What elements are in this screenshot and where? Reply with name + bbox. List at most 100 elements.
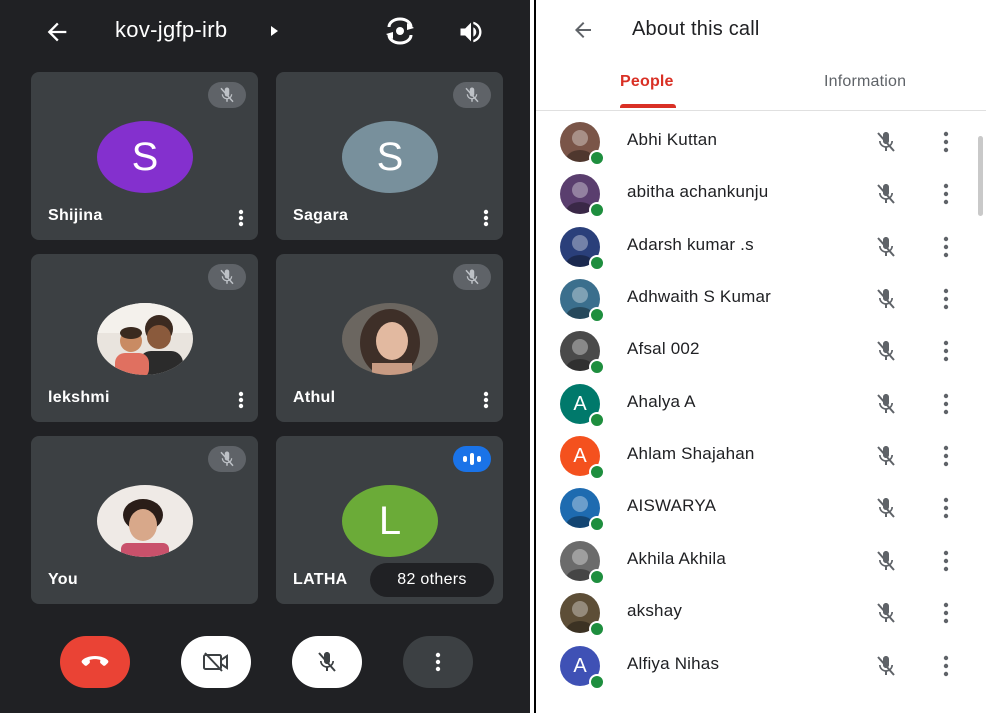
participant-name: LATHA <box>293 571 348 588</box>
tab-people[interactable]: People <box>620 73 674 91</box>
participant-row[interactable]: Abhi Kuttan <box>536 116 986 168</box>
call-top-bar: kov-jgfp-irb <box>0 0 530 64</box>
speaker-icon[interactable] <box>456 18 486 46</box>
more-options-icon[interactable] <box>943 288 949 310</box>
more-options-icon[interactable] <box>943 550 949 572</box>
more-options-icon[interactable] <box>238 209 244 227</box>
more-options-icon[interactable] <box>483 209 489 227</box>
mic-off-icon[interactable] <box>874 654 898 678</box>
mic-off-icon <box>220 87 234 103</box>
more-options-icon[interactable] <box>943 602 949 624</box>
participant-tile-latha[interactable]: L LATHA 82 others <box>276 436 503 604</box>
speaking-badge <box>453 446 491 472</box>
mic-off-icon[interactable] <box>874 287 898 311</box>
participant-name: Sagara <box>293 207 349 224</box>
online-status-dot <box>589 307 605 323</box>
back-arrow-icon[interactable] <box>42 18 72 46</box>
more-options-icon[interactable] <box>943 497 949 519</box>
meeting-code[interactable]: kov-jgfp-irb <box>115 17 227 43</box>
mic-off-icon <box>318 652 336 672</box>
others-count-pill[interactable]: 82 others <box>370 563 494 597</box>
participant-row[interactable]: A Alfiya Nihas <box>536 640 986 692</box>
avatar-initial: A <box>573 654 587 677</box>
audio-level-icon <box>463 453 481 465</box>
participant-row[interactable]: A Ahlam Shajahan <box>536 430 986 482</box>
participant-tile-you[interactable]: You <box>31 436 258 604</box>
more-options-icon[interactable] <box>943 655 949 677</box>
muted-badge <box>208 82 246 108</box>
online-status-dot <box>589 359 605 375</box>
panel-header: About this call People Information <box>536 0 986 111</box>
avatar: S <box>97 121 193 193</box>
participant-name: abitha achankunju <box>627 182 769 201</box>
camera-off-icon <box>203 652 228 672</box>
avatar-initial: A <box>573 444 587 467</box>
more-options-icon[interactable] <box>943 183 949 205</box>
back-arrow-icon[interactable] <box>570 18 596 42</box>
tab-information[interactable]: Information <box>824 73 906 91</box>
mic-off-icon <box>465 269 479 285</box>
avatar-initial: L <box>378 498 402 543</box>
mic-off-icon[interactable] <box>874 444 898 468</box>
participant-tile-shijina[interactable]: S Shijina <box>31 72 258 240</box>
participant-name: Shijina <box>48 207 103 224</box>
participant-name: Athul <box>293 389 336 406</box>
more-options-icon[interactable] <box>943 393 949 415</box>
more-options-icon[interactable] <box>943 340 949 362</box>
active-tab-indicator <box>620 104 676 108</box>
more-options-icon[interactable] <box>943 445 949 467</box>
panel-title: About this call <box>632 18 760 40</box>
participant-row[interactable]: Adarsh kumar .s <box>536 221 986 273</box>
mic-off-icon[interactable] <box>874 601 898 625</box>
online-status-dot <box>589 202 605 218</box>
avatar-initial: S <box>131 134 159 179</box>
woman-photo <box>342 303 438 375</box>
camera-off-button[interactable] <box>181 636 251 688</box>
participant-tile-sagara[interactable]: S Sagara <box>276 72 503 240</box>
mic-off-icon[interactable] <box>874 496 898 520</box>
mic-off-icon[interactable] <box>874 392 898 416</box>
mic-off-icon[interactable] <box>874 130 898 154</box>
participant-row[interactable]: abitha achankunju <box>536 168 986 220</box>
muted-badge <box>453 264 491 290</box>
more-options-icon[interactable] <box>483 391 489 409</box>
family-photo <box>97 303 193 375</box>
mic-off-icon[interactable] <box>874 549 898 573</box>
participant-row[interactable]: A Ahalya A <box>536 378 986 430</box>
hang-up-icon <box>81 656 109 666</box>
more-options-icon[interactable] <box>943 131 949 153</box>
participant-row[interactable]: AISWARYA <box>536 482 986 534</box>
participant-tile-athul[interactable]: Athul <box>276 254 503 422</box>
expand-triangle-icon[interactable] <box>271 26 278 36</box>
participant-name: Ahlam Shajahan <box>627 444 755 463</box>
avatar: S <box>342 121 438 193</box>
more-vert-icon <box>435 652 441 672</box>
participant-name: You <box>48 571 78 588</box>
participant-row[interactable]: Akhila Akhila <box>536 535 986 587</box>
call-screen: kov-jgfp-irb S Shijina S Sagara lekshmi … <box>0 0 530 713</box>
switch-camera-icon[interactable] <box>383 15 417 47</box>
participant-name: Alfiya Nihas <box>627 654 720 673</box>
mic-off-button[interactable] <box>292 636 362 688</box>
participant-tile-lekshmi[interactable]: lekshmi <box>31 254 258 422</box>
selfie-photo <box>97 485 193 557</box>
participant-name: Akhila Akhila <box>627 549 726 568</box>
more-options-icon[interactable] <box>238 391 244 409</box>
online-status-dot <box>589 621 605 637</box>
about-call-panel: About this call People Information Abhi … <box>534 0 986 713</box>
mic-off-icon <box>220 269 234 285</box>
participant-row[interactable]: Adhwaith S Kumar <box>536 273 986 325</box>
participant-name: AISWARYA <box>627 496 717 515</box>
participant-row[interactable]: Afsal 002 <box>536 325 986 377</box>
online-status-dot <box>589 569 605 585</box>
participant-name: Abhi Kuttan <box>627 130 718 149</box>
more-options-button[interactable] <box>403 636 473 688</box>
more-options-icon[interactable] <box>943 236 949 258</box>
end-call-button[interactable] <box>60 636 130 688</box>
participant-name: Afsal 002 <box>627 339 700 358</box>
mic-off-icon[interactable] <box>874 235 898 259</box>
mic-off-icon[interactable] <box>874 182 898 206</box>
participant-row[interactable]: akshay <box>536 587 986 639</box>
mic-off-icon[interactable] <box>874 339 898 363</box>
muted-badge <box>208 446 246 472</box>
